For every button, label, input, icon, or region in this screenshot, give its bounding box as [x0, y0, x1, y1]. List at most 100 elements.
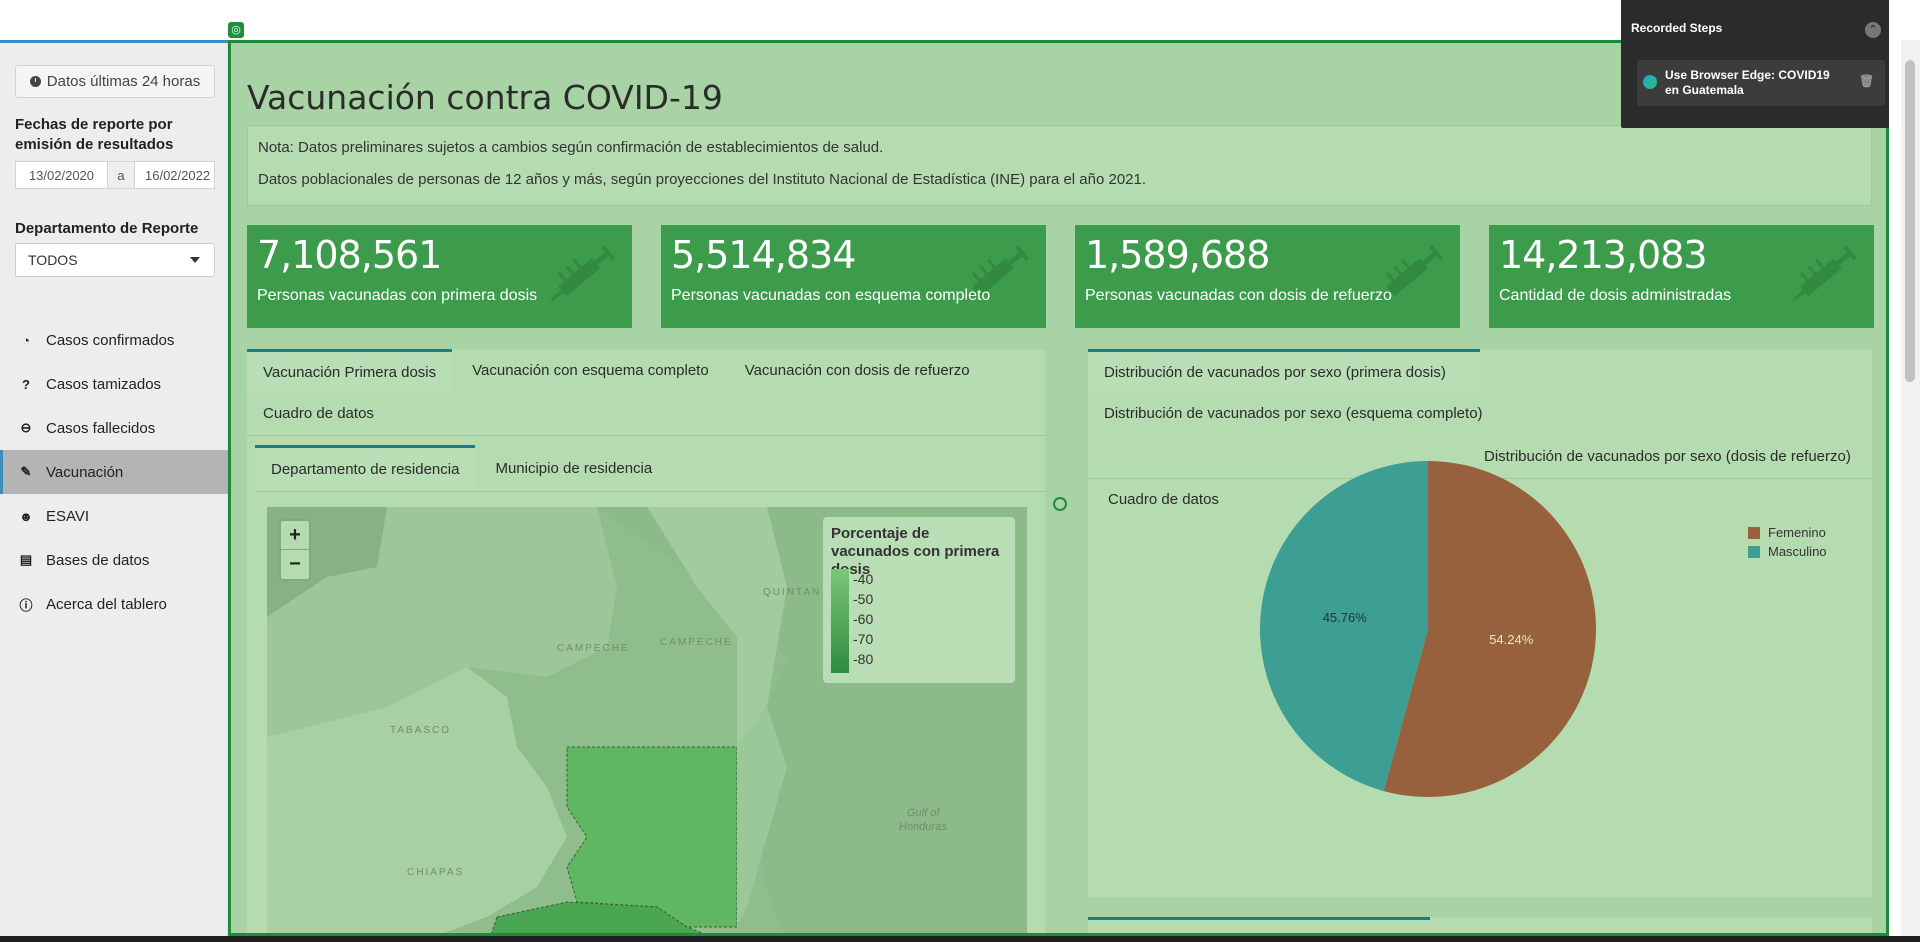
syringe-icon [1792, 245, 1858, 302]
sidebar-item-label: Casos tamizados [46, 375, 162, 393]
kpi-label: Personas vacunadas con esquema completo [671, 287, 991, 304]
sidebar-item-acerca[interactable]: ⓘ Acerca del tablero [0, 582, 228, 626]
last-24h-label: Datos últimas 24 horas [46, 73, 201, 90]
legend-tick: -60 [853, 611, 874, 627]
sidebar-item-vacunacion[interactable]: ✎ Vacunación [0, 450, 228, 494]
kpi-value: 7,108,561 [257, 233, 442, 277]
department-select[interactable]: TODOS [15, 243, 215, 277]
tab-sexo-primera-dosis[interactable]: Distribución de vacunados por sexo (prim… [1088, 349, 1480, 392]
tab-sexo-cuadro-datos[interactable]: Cuadro de datos [1088, 478, 1239, 521]
vertical-scrollbar[interactable] [1901, 40, 1920, 936]
sidebar-item-bases-de-datos[interactable]: ▤ Bases de datos [0, 538, 228, 582]
map-label-campeche: CAMPECHE [557, 643, 630, 654]
legend-swatch [1748, 545, 1760, 558]
date-from-input[interactable]: 13/02/2020 [16, 162, 107, 188]
tab-sexo-esquema-completo[interactable]: Distribución de vacunados por sexo (esqu… [1088, 392, 1499, 435]
main-content: Vacunación contra COVID-19 Nota: Datos p… [228, 40, 1889, 936]
legend-label: Masculino [1768, 544, 1827, 559]
question-icon: ? [22, 376, 30, 392]
tab-primera-dosis[interactable]: Vacunación Primera dosis [247, 349, 453, 392]
kpi-complete-scheme: 5,514,834 Personas vacunadas con esquema… [661, 225, 1046, 328]
edge-browser-icon [1643, 75, 1657, 89]
recorded-step[interactable]: Use Browser Edge: COVID19 en Guatemala 🗑 [1637, 60, 1885, 106]
recorded-step-text: Use Browser Edge: COVID19 en Guatemala [1665, 68, 1830, 97]
kpi-booster: 1,589,688 Personas vacunadas con dosis d… [1075, 225, 1460, 328]
date-to-input[interactable]: 16/02/2022 [135, 162, 214, 188]
taskbar [0, 936, 1920, 942]
map-legend: Porcentaje de vacunados con primera dosi… [823, 517, 1015, 683]
tab-esquema-completo[interactable]: Vacunación con esquema completo [452, 349, 729, 392]
legend-tick: -70 [853, 631, 874, 647]
pie-chart[interactable]: 54.24% 45.76% [1248, 449, 1608, 809]
map-label-chiapas: CHIAPAS [407, 867, 465, 878]
legend-item-masculino[interactable]: Masculino [1748, 542, 1827, 561]
legend-tick: -80 [853, 651, 874, 667]
pie-legend: Femenino Masculino [1748, 523, 1827, 561]
recorded-steps-panel: Recorded Steps ⌃ Use Browser Edge: COVID… [1621, 0, 1889, 128]
minus-circle-icon: ⊖ [20, 420, 32, 435]
kpi-first-dose: 7,108,561 Personas vacunadas con primera… [247, 225, 632, 328]
peten-region[interactable] [566, 746, 738, 928]
tab-cuadro-datos[interactable]: Cuadro de datos [247, 392, 390, 435]
kpi-label: Cantidad de dosis administradas [1499, 287, 1732, 304]
legend-item-femenino[interactable]: Femenino [1748, 523, 1827, 542]
tab-dosis-refuerzo[interactable]: Vacunación con dosis de refuerzo [729, 349, 986, 392]
zoom-in-button[interactable]: + [281, 521, 309, 550]
date-separator: a [107, 162, 135, 188]
dates-label: Fechas de reporte por emisión de resulta… [15, 116, 174, 153]
sidebar-item-casos-fallecidos[interactable]: ⊖ Casos fallecidos [0, 406, 228, 450]
collapse-icon[interactable]: ⌃ [1865, 22, 1881, 38]
map-label-tabasco: TABASCO [390, 725, 452, 736]
dashboard-icon: ◔ [22, 332, 30, 348]
map-label-campeche: CAMPECHE [660, 637, 733, 648]
zoom-control: + − [279, 519, 311, 581]
legend-label: Femenino [1768, 525, 1826, 540]
sex-distribution-panel: Distribución de vacunados por sexo (prim… [1088, 349, 1872, 897]
legend-tick: -40 [853, 571, 874, 587]
choropleth-map[interactable]: CAMPECHE CAMPECHE QUINTAN TABASCO CHIAPA… [267, 507, 1027, 933]
kpi-label: Personas vacunadas con dosis de refuerzo [1085, 287, 1392, 304]
residence-tabs: Departamento de residencia Municipio de … [255, 445, 672, 491]
tab-divider [247, 435, 1045, 436]
trash-icon[interactable]: 🗑 [1859, 74, 1874, 89]
recording-marker-icon: ◎ [228, 22, 244, 38]
syringe-icon [550, 245, 616, 302]
sidebar-item-esavi[interactable]: ☻ ESAVI [0, 494, 228, 538]
sidebar-item-label: Casos confirmados [46, 331, 175, 349]
info-icon: ⓘ [19, 597, 33, 613]
tab-departamento[interactable]: Departamento de residencia [255, 445, 476, 491]
subtab-divider [255, 491, 1045, 492]
note-box: Nota: Datos preliminares sujetos a cambi… [247, 125, 1872, 206]
sidebar-item-label: Vacunación [46, 463, 124, 481]
zoom-out-button[interactable]: − [281, 550, 309, 579]
pie-data-label: 45.76% [1323, 610, 1368, 625]
vaccination-tabs: Vacunación Primera dosis Vacunación con … [247, 349, 1045, 435]
legend-tick: -50 [853, 591, 874, 607]
tab-municipio[interactable]: Municipio de residencia [475, 445, 672, 491]
sidebar-item-casos-tamizados[interactable]: ? Casos tamizados [0, 362, 228, 406]
kpi-doses-administered: 14,213,083 Cantidad de dosis administrad… [1489, 225, 1874, 328]
kpi-value: 14,213,083 [1499, 233, 1708, 277]
legend-swatch [1748, 526, 1760, 539]
note-population: Datos poblacionales de personas de 12 añ… [258, 171, 1147, 188]
sidebar-item-label: Acerca del tablero [46, 595, 167, 613]
file-icon: ▤ [19, 552, 33, 567]
kpi-label: Personas vacunadas con primera dosis [257, 287, 538, 304]
recorded-steps-title: Recorded Steps [1631, 21, 1723, 35]
tab-spacer [1480, 349, 1872, 392]
note-preliminary: Nota: Datos preliminares sujetos a cambi… [258, 139, 884, 156]
sidebar-item-label: Bases de datos [46, 551, 150, 569]
legend-ticks: -40 -50 -60 -70 -80 [853, 569, 873, 669]
last-24h-button[interactable]: Datos últimas 24 horas [15, 65, 215, 98]
map-label-gulf: Gulf of [907, 807, 940, 819]
syringe-icon: ✎ [20, 464, 32, 479]
scrollbar-thumb[interactable] [1905, 60, 1915, 382]
user-alert-icon: ☻ [19, 508, 33, 524]
clock-icon [29, 76, 41, 87]
map-panel: Vacunación Primera dosis Vacunación con … [247, 349, 1045, 933]
department-label: Departamento de Reporte [15, 220, 199, 237]
sidebar-item-casos-confirmados[interactable]: ◔ Casos confirmados [0, 318, 228, 362]
page-title: Vacunación contra COVID-19 [247, 78, 723, 117]
sidebar-item-label: ESAVI [46, 507, 90, 525]
crosshair-icon [1053, 497, 1067, 511]
